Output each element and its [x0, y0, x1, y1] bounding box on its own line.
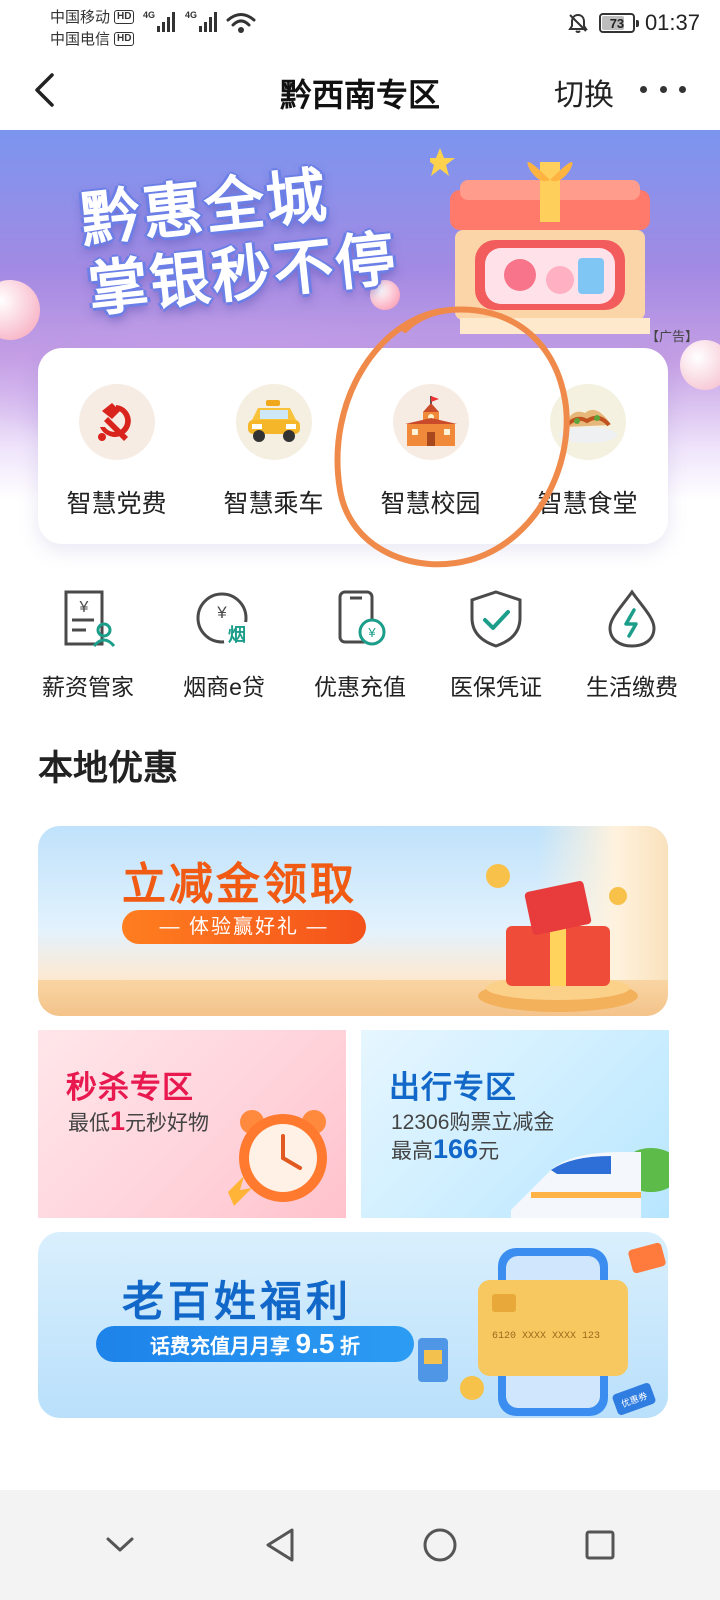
phone-topup-icon: ¥ [338, 590, 386, 646]
hd-badge: HD [114, 9, 135, 24]
more-options-button[interactable] [640, 74, 686, 104]
promo-subtitle-prefix: 最低 [68, 1112, 110, 1135]
card-number-text: 6120 XXXX XXXX 123 [492, 1331, 600, 1342]
promo-subtitle-suffix: 元秒好物 [125, 1112, 210, 1135]
carrier-2-name: 中国电信 [50, 31, 111, 48]
section-title-local-deals: 本地优惠 [38, 749, 179, 788]
service-topup[interactable]: ¥ 优惠充值 [292, 588, 428, 702]
content-peek [0, 1470, 720, 1490]
service-row: ¥ 薪资管家 ¥ 烟 烟商e贷 ¥ 优惠充值 医保凭证 生活缴费 [20, 588, 700, 702]
clock: 01:37 [644, 10, 700, 35]
service-utility[interactable]: 生活缴费 [564, 588, 700, 702]
carrier-1-name: 中国移动 [50, 9, 111, 26]
promo-title: 出行专区 [389, 1070, 517, 1105]
promo-travel[interactable]: 出行专区 12306购票立减金 最高166元 [361, 1030, 669, 1218]
promo-pill: — 体验赢好礼 — [122, 910, 366, 944]
loan-currency-glyph: ¥ [216, 603, 227, 622]
square-recents-icon [585, 1530, 615, 1560]
party-emblem-icon [78, 384, 155, 460]
decor-ball [0, 280, 40, 340]
circle-home-icon [423, 1528, 457, 1562]
collapse-button[interactable] [90, 1515, 150, 1575]
network-type-1: 4G [143, 10, 156, 20]
status-right: 73 01:37 [567, 10, 700, 36]
service-label: 生活缴费 [586, 674, 678, 700]
gift-box-illustration [478, 864, 638, 1012]
carrier-2: 中国电信 HD [50, 28, 135, 49]
promo-discount-claim[interactable]: 立减金领取 — 体验赢好礼 — [38, 826, 668, 1016]
salary-currency-glyph: ¥ [79, 599, 89, 616]
service-label: 优惠充值 [314, 674, 406, 700]
tobacco-loan-icon: ¥ 烟 [196, 592, 250, 646]
promo-subtitle-line2: 最高166元 [391, 1134, 499, 1165]
signal-2-icon: 4G [185, 10, 218, 32]
promo-subtitle: 最低1元秒好物 [68, 1106, 209, 1137]
tobacco-badge-text: 烟 [228, 624, 246, 646]
insurance-shield-icon [470, 590, 522, 648]
promo-pill-suffix: 折 [334, 1336, 361, 1358]
alarm-clock-illustration [228, 1110, 327, 1206]
service-label: 医保凭证 [450, 674, 542, 700]
promo-pill: 话费充值月月享 9.5 折 [96, 1326, 414, 1362]
system-back-button[interactable] [250, 1515, 310, 1575]
nav-bar: 黔西南专区 切换 [0, 50, 720, 130]
service-medical-insurance[interactable]: 医保凭证 [428, 588, 564, 702]
bell-muted-icon [568, 13, 588, 33]
chevron-down-icon [106, 1537, 134, 1552]
service-label: 薪资管家 [42, 674, 134, 700]
battery-icon: 73 [598, 13, 639, 33]
system-nav-bar [0, 1490, 720, 1600]
promo-title: 秒杀专区 [66, 1070, 194, 1105]
phone-card-illustration: 6120 XXXX XXXX 123 优惠券 [418, 1242, 666, 1416]
battery-level: 73 [609, 15, 625, 31]
more-dot-icon [659, 85, 667, 93]
promo-public-welfare[interactable]: 老百姓福利 话费充值月月享 9.5 折 6120 XXXX XXXX 123 优… [38, 1232, 668, 1418]
promo-subtitle-number: 166 [433, 1134, 479, 1164]
ad-label: 【广告】 [645, 329, 698, 344]
status-bar: 中国移动 HD 中国电信 HD 4G 4G 73 01:37 [0, 0, 720, 50]
salary-doc-icon: ¥ [64, 590, 116, 648]
promo-flash-sale[interactable]: 秒杀专区 最低1元秒好物 [38, 1030, 346, 1218]
promo-subtitle-suffix: 元 [478, 1140, 500, 1163]
taxi-icon [235, 384, 312, 460]
signal-1-icon: 4G [143, 10, 176, 32]
carrier-1: 中国移动 HD [50, 6, 135, 27]
hand-drawn-highlight-circle [334, 306, 570, 568]
service-salary[interactable]: ¥ 薪资管家 [20, 588, 156, 702]
system-home-button[interactable] [410, 1515, 470, 1575]
hd-badge: HD [114, 31, 135, 46]
network-type-2: 4G [185, 10, 198, 20]
system-recents-button[interactable] [570, 1515, 630, 1575]
decor-ball [680, 340, 720, 390]
triangle-back-icon [266, 1528, 294, 1562]
back-button[interactable] [24, 68, 64, 112]
promo-pill-number: 9.5 [295, 1328, 335, 1359]
promo-pill-prefix: 话费充值月月享 [149, 1336, 296, 1358]
quick-item-label: 智慧党费 [66, 490, 167, 518]
more-dot-icon [640, 85, 647, 93]
promo-subtitle-number: 1 [110, 1106, 126, 1136]
utility-drop-icon [608, 589, 656, 648]
wifi-icon [226, 13, 256, 33]
quick-item-party-fee[interactable]: 智慧党费 [38, 384, 195, 544]
service-tobacco-loan[interactable]: ¥ 烟 烟商e贷 [156, 588, 292, 702]
topup-badge-glyph: ¥ [367, 625, 376, 640]
quick-item-label: 智慧乘车 [223, 490, 324, 518]
train-illustration [511, 1148, 669, 1218]
switch-region-button[interactable]: 切换 [554, 70, 614, 114]
promo-title: 老百姓福利 [122, 1278, 353, 1325]
chevron-left-icon [35, 73, 54, 107]
service-label: 烟商e贷 [183, 674, 265, 700]
promo-subtitle-prefix: 最高 [391, 1140, 433, 1163]
promo-title: 立减金领取 [122, 860, 357, 909]
more-dot-icon [679, 85, 686, 93]
